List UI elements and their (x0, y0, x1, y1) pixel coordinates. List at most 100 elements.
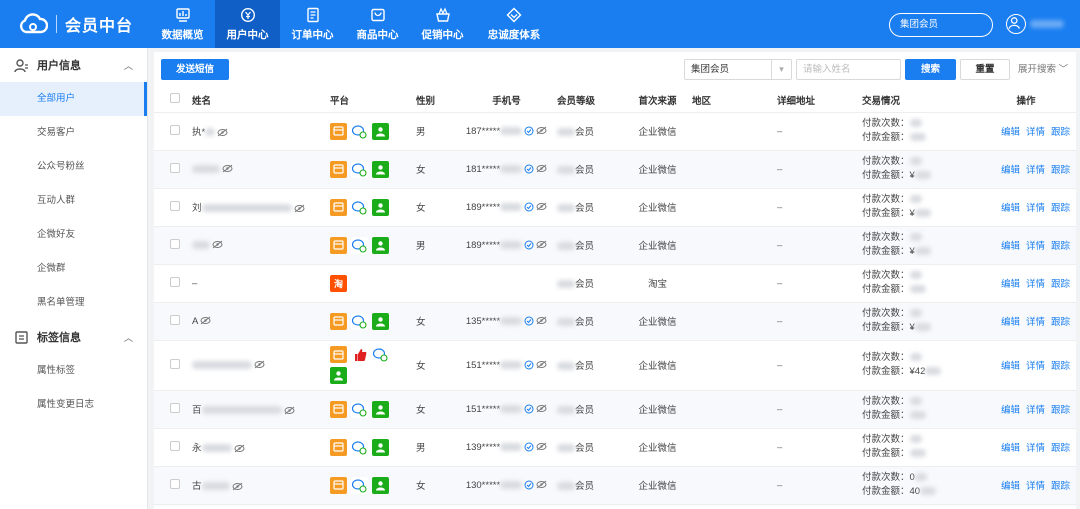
sidebar-item[interactable]: 企微群 (0, 252, 147, 286)
search-button[interactable]: 搜索 (905, 59, 956, 80)
nav-item-promotion[interactable]: 促销中心 (410, 0, 475, 48)
hidden-eye-icon[interactable] (284, 406, 295, 415)
name-search-input[interactable] (796, 59, 901, 80)
trade-count-value: 0 (909, 472, 915, 483)
row-checkbox[interactable] (170, 276, 180, 287)
org-select[interactable]: 集团会员 (889, 13, 993, 37)
table-row: 女 151***** 会员 企业微信 – 付款次数： 付款金额：¥42 编辑 详情 跟踪 (154, 340, 1076, 391)
hidden-eye-icon[interactable] (212, 240, 223, 249)
detail-link[interactable]: 详情 (1026, 405, 1045, 416)
detail-link[interactable]: 详情 (1026, 443, 1045, 454)
redacted-level (557, 362, 575, 371)
hidden-eye-icon[interactable] (222, 164, 233, 173)
detail-link[interactable]: 详情 (1026, 127, 1045, 138)
hidden-eye-icon[interactable] (536, 404, 547, 413)
row-checkbox[interactable] (170, 440, 180, 451)
edit-link[interactable]: 编辑 (1001, 405, 1020, 416)
row-checkbox[interactable] (170, 238, 180, 249)
track-link[interactable]: 跟踪 (1051, 279, 1070, 290)
trade-count-label: 付款次数： (862, 472, 910, 483)
app-logo[interactable]: 会员中台 (18, 12, 133, 36)
sidebar-item[interactable]: 属性标签 (0, 354, 147, 388)
track-link[interactable]: 跟踪 (1051, 361, 1070, 372)
track-link[interactable]: 跟踪 (1051, 481, 1070, 492)
edit-link[interactable]: 编辑 (1001, 241, 1020, 252)
edit-link[interactable]: 编辑 (1001, 279, 1020, 290)
hidden-eye-icon[interactable] (200, 316, 211, 325)
edit-link[interactable]: 编辑 (1001, 361, 1020, 372)
track-link[interactable]: 跟踪 (1051, 443, 1070, 454)
hidden-eye-icon[interactable] (294, 204, 305, 213)
sidebar-item[interactable]: 属性变更日志 (0, 388, 147, 422)
trade-count-label: 付款次数： (862, 270, 910, 281)
hidden-eye-icon[interactable] (536, 480, 547, 489)
row-checkbox[interactable] (170, 402, 180, 413)
sidebar-item[interactable]: 黑名单管理 (0, 286, 147, 320)
hidden-eye-icon[interactable] (536, 316, 547, 325)
nav-item-user-center[interactable]: 用户中心 (215, 0, 280, 48)
sidebar-item[interactable]: 企微好友 (0, 218, 147, 252)
hidden-eye-icon[interactable] (234, 444, 245, 453)
edit-link[interactable]: 编辑 (1001, 317, 1020, 328)
detail-link[interactable]: 详情 (1026, 165, 1045, 176)
sidebar-item[interactable]: 公众号粉丝 (0, 150, 147, 184)
sidebar-item[interactable]: 互动人群 (0, 184, 147, 218)
group-select[interactable]: 集团会员 ▾ (684, 59, 792, 80)
nav-item-goods[interactable]: 商品中心 (345, 0, 410, 48)
hidden-eye-icon[interactable] (536, 202, 547, 211)
sidebar-item[interactable]: 交易客户 (0, 116, 147, 150)
row-checkbox[interactable] (170, 358, 180, 369)
track-link[interactable]: 跟踪 (1051, 241, 1070, 252)
detail-link[interactable]: 详情 (1026, 203, 1045, 214)
row-checkbox[interactable] (170, 124, 180, 135)
send-sms-button[interactable]: 发送短信 (161, 59, 229, 80)
reset-button[interactable]: 重置 (960, 59, 1010, 80)
hidden-eye-icon[interactable] (217, 128, 228, 137)
hidden-eye-icon[interactable] (232, 482, 243, 491)
wecom-user-icon (372, 438, 389, 456)
avatar[interactable] (1006, 14, 1026, 34)
track-link[interactable]: 跟踪 (1051, 203, 1070, 214)
select-all-checkbox[interactable] (170, 93, 180, 104)
cell-region (692, 390, 777, 429)
hidden-eye-icon[interactable] (536, 442, 547, 451)
track-link[interactable]: 跟踪 (1051, 165, 1070, 176)
hidden-eye-icon[interactable] (536, 126, 547, 135)
expand-search-link[interactable]: 展开搜索 ﹀ (1018, 59, 1068, 80)
hidden-eye-icon[interactable] (254, 360, 265, 369)
header-ops: 操作 (976, 88, 1076, 113)
row-checkbox[interactable] (170, 478, 180, 489)
redacted-name (201, 444, 232, 453)
sidebar-group-user-info[interactable]: 用户信息 ︿ (0, 48, 147, 82)
hidden-eye-icon[interactable] (536, 164, 547, 173)
trade-info: 付款次数： 付款金额：¥42 (862, 351, 976, 379)
sidebar-item[interactable]: 全部用户 (0, 82, 147, 116)
row-checkbox[interactable] (170, 200, 180, 211)
nav-item-loyalty[interactable]: 忠诚度体系 (475, 0, 553, 48)
edit-link[interactable]: 编辑 (1001, 203, 1020, 214)
detail-link[interactable]: 详情 (1026, 317, 1045, 328)
verified-icon (524, 240, 534, 250)
detail-link[interactable]: 详情 (1026, 279, 1045, 290)
row-checkbox[interactable] (170, 162, 180, 173)
cell-phone: 135***** (456, 302, 557, 341)
hidden-eye-icon[interactable] (536, 240, 547, 249)
nav-item-dashboard[interactable]: 数据概览 (150, 0, 215, 48)
row-checkbox[interactable] (170, 314, 180, 325)
track-link[interactable]: 跟踪 (1051, 317, 1070, 328)
trade-amount-value: ¥ (909, 170, 915, 181)
detail-link[interactable]: 详情 (1026, 361, 1045, 372)
edit-link[interactable]: 编辑 (1001, 127, 1020, 138)
edit-link[interactable]: 编辑 (1001, 443, 1020, 454)
redacted-count (909, 271, 922, 280)
redacted-name (205, 128, 216, 137)
hidden-eye-icon[interactable] (536, 360, 547, 369)
detail-link[interactable]: 详情 (1026, 241, 1045, 252)
track-link[interactable]: 跟踪 (1051, 405, 1070, 416)
track-link[interactable]: 跟踪 (1051, 127, 1070, 138)
detail-link[interactable]: 详情 (1026, 481, 1045, 492)
edit-link[interactable]: 编辑 (1001, 481, 1020, 492)
edit-link[interactable]: 编辑 (1001, 165, 1020, 176)
sidebar-group-tag-info[interactable]: 标签信息 ︿ (0, 320, 147, 354)
nav-item-order[interactable]: 订单中心 (280, 0, 345, 48)
